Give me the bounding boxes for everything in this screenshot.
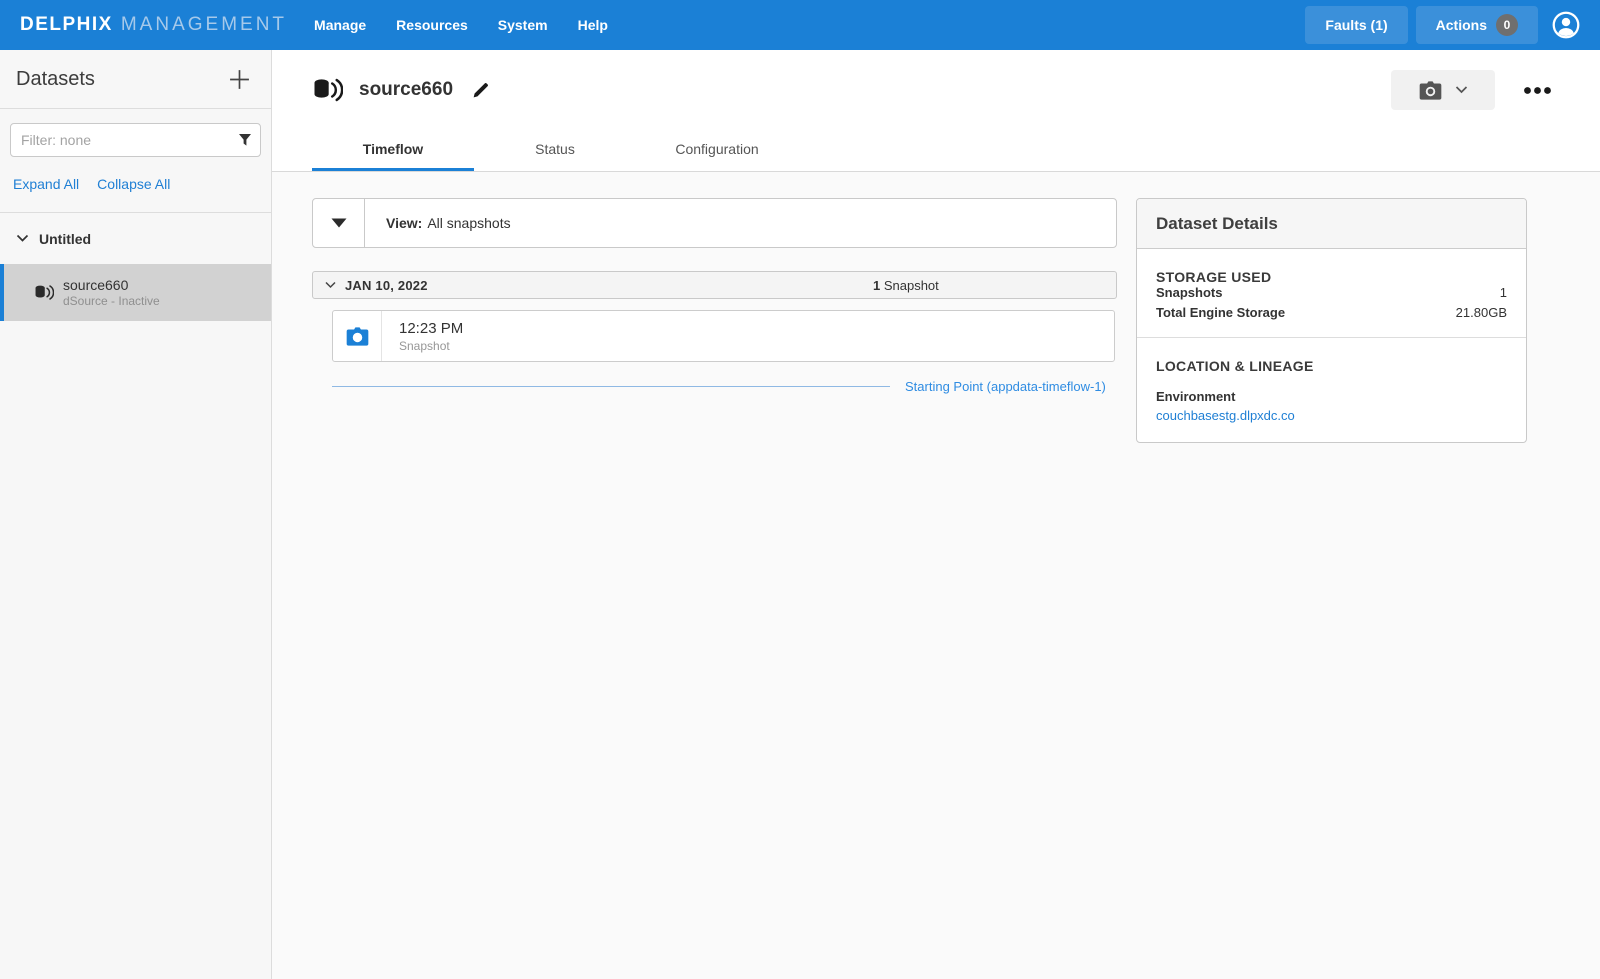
view-text: View: All snapshots	[365, 199, 511, 247]
tab-timeflow[interactable]: Timeflow	[312, 131, 474, 171]
actions-count-badge: 0	[1496, 14, 1518, 36]
snapshot-info: 12:23 PM Snapshot	[382, 311, 463, 361]
storage-used-section: STORAGE USED Snapshots 1 Total Engine St…	[1137, 249, 1526, 337]
sidebar-links: Expand All Collapse All	[13, 176, 261, 192]
timeline-line	[332, 386, 890, 387]
timeline-row: Starting Point (appdata-timeflow-1)	[332, 379, 1117, 394]
body: Datasets Expand All Collapse All	[0, 50, 1600, 979]
dataset-details-title: Dataset Details	[1137, 199, 1526, 249]
location-lineage-heading: LOCATION & LINEAGE	[1156, 358, 1507, 374]
edit-name-button[interactable]	[469, 79, 492, 102]
main-title-row: source660	[312, 70, 1560, 110]
sidebar-filter	[10, 123, 261, 157]
sidebar-header: Datasets	[0, 50, 271, 109]
snapshot-row[interactable]: 12:23 PM Snapshot	[332, 310, 1115, 362]
chevron-down-icon	[16, 234, 29, 243]
expand-all-link[interactable]: Expand All	[13, 176, 79, 192]
faults-button-label: Faults (1)	[1325, 17, 1387, 33]
snapshot-count-suffix: Snapshot	[880, 278, 939, 293]
dsource-icon	[312, 77, 343, 103]
detail-label: Snapshots	[1156, 285, 1222, 300]
filter-input[interactable]	[10, 123, 261, 157]
environment-link[interactable]: couchbasestg.dlpxdc.co	[1156, 408, 1295, 423]
chevron-down-icon	[325, 281, 336, 289]
dsource-icon	[34, 284, 54, 301]
actions-button-label: Actions	[1436, 17, 1487, 33]
view-dropdown[interactable]: View: All snapshots	[312, 198, 1117, 248]
ellipsis-icon	[1523, 86, 1552, 95]
snapshot-camera-button[interactable]	[1391, 70, 1495, 110]
page: DELPHIX MANAGEMENT Manage Resources Syst…	[0, 0, 1600, 979]
main-content: source660	[272, 50, 1600, 979]
add-dataset-button[interactable]	[226, 66, 253, 93]
filter-button[interactable]	[238, 133, 252, 147]
snapshot-icon-cell	[333, 311, 382, 361]
faults-button[interactable]: Faults (1)	[1305, 6, 1407, 44]
brand-logo: DELPHIX MANAGEMENT	[20, 14, 287, 36]
main-header: source660	[272, 50, 1600, 172]
sidebar-group-untitled[interactable]: Untitled	[0, 212, 271, 264]
chevron-down-icon	[1455, 86, 1468, 94]
snapshot-group-date: JAN 10, 2022	[345, 278, 428, 293]
tabs-strip: Timeflow Status Configuration	[272, 131, 1600, 172]
sidebar-item-status: dSource - Inactive	[63, 294, 160, 309]
topbar-right: Faults (1) Actions 0	[1297, 6, 1584, 44]
user-avatar-icon	[1552, 11, 1580, 39]
collapse-all-link[interactable]: Collapse All	[97, 176, 170, 192]
view-label: View:	[386, 215, 422, 231]
more-options-button[interactable]	[1519, 82, 1556, 99]
brand-secondary: MANAGEMENT	[121, 14, 287, 36]
snapshot-group-count: 1 Snapshot	[873, 278, 939, 293]
user-avatar-button[interactable]	[1552, 11, 1580, 39]
tab-status[interactable]: Status	[474, 131, 636, 171]
header-actions	[1391, 70, 1560, 110]
detail-row-total-storage: Total Engine Storage 21.80GB	[1156, 305, 1507, 320]
view-value: All snapshots	[427, 215, 510, 231]
top-navbar: DELPHIX MANAGEMENT Manage Resources Syst…	[0, 0, 1600, 50]
edit-pencil-icon	[471, 81, 490, 100]
storage-used-heading: STORAGE USED	[1156, 269, 1507, 285]
main-body: View: All snapshots JAN 10, 2022 1 Snaps…	[272, 172, 1600, 443]
nav-item-manage[interactable]: Manage	[299, 0, 381, 50]
sidebar-item-name: source660	[63, 277, 160, 294]
starting-point-link[interactable]: Starting Point (appdata-timeflow-1)	[905, 379, 1106, 394]
plus-icon	[228, 68, 251, 91]
detail-value: 1	[1500, 285, 1507, 300]
details-column: Dataset Details STORAGE USED Snapshots 1…	[1136, 198, 1527, 443]
tab-configuration[interactable]: Configuration	[636, 131, 798, 171]
tabs: Timeflow Status Configuration	[312, 131, 1560, 171]
actions-button[interactable]: Actions 0	[1416, 6, 1538, 44]
brand-primary: DELPHIX	[20, 14, 113, 36]
view-dropdown-toggle[interactable]	[313, 199, 365, 247]
nav-item-resources[interactable]: Resources	[381, 0, 483, 50]
filter-funnel-icon	[238, 133, 252, 147]
snapshot-type: Snapshot	[399, 339, 463, 353]
top-nav: Manage Resources System Help	[299, 0, 623, 50]
snapshot-group-header[interactable]: JAN 10, 2022 1 Snapshot	[312, 271, 1117, 299]
dropdown-triangle-icon	[331, 218, 347, 228]
nav-item-system[interactable]: System	[483, 0, 563, 50]
camera-icon	[346, 327, 369, 346]
environment-label: Environment	[1156, 389, 1507, 404]
sidebar-item-text: source660 dSource - Inactive	[63, 277, 160, 309]
sidebar-title: Datasets	[16, 68, 95, 91]
location-lineage-section: LOCATION & LINEAGE Environment couchbase…	[1137, 337, 1526, 442]
camera-icon	[1419, 81, 1442, 100]
timeflow-column: View: All snapshots JAN 10, 2022 1 Snaps…	[312, 198, 1117, 394]
sidebar-group-label: Untitled	[39, 231, 91, 247]
dataset-details-panel: Dataset Details STORAGE USED Snapshots 1…	[1136, 198, 1527, 443]
page-title: source660	[359, 79, 453, 101]
nav-item-help[interactable]: Help	[563, 0, 623, 50]
sidebar-item-source660[interactable]: source660 dSource - Inactive	[0, 264, 271, 321]
detail-value: 21.80GB	[1456, 305, 1507, 320]
detail-label: Total Engine Storage	[1156, 305, 1285, 320]
datasets-sidebar: Datasets Expand All Collapse All	[0, 50, 272, 979]
snapshot-time: 12:23 PM	[399, 320, 463, 337]
detail-row-snapshots: Snapshots 1	[1156, 285, 1507, 300]
